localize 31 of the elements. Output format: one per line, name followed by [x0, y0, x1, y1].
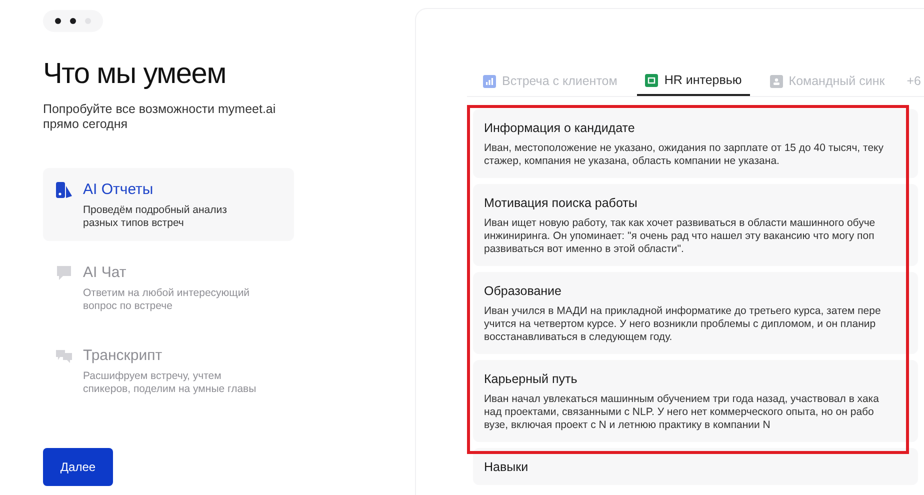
section-text: Иван учился в МАДИ на прикладной информатике до третьего курса, затем пере учится на четвертом курсе. У него возникли проблемы с дипломом, и он планир восстанавливаться в следующем году.	[484, 305, 881, 344]
section-title: Навыки	[484, 459, 530, 475]
section-title: Информация о кандидате	[484, 120, 636, 136]
tab[interactable]: +6	[904, 66, 923, 96]
section-text: Иван, местоположение не указано, ожидания по зарплате от 15 до 40 тысяч, теку стажер, компания не указана, область компании не указана.	[484, 142, 884, 168]
tab[interactable]: Командный синк	[768, 66, 887, 96]
section-title: Образование	[484, 283, 562, 299]
feature-title: AI Отчеты	[83, 181, 154, 199]
feature-description: Ответим на любой интересующий вопрос по встрече	[83, 287, 251, 312]
chat-bubble-icon	[55, 264, 73, 282]
section-title: Мотивация поиска работы	[484, 195, 638, 211]
feature-description: Проведём подробный анализ разных типов встреч	[83, 204, 228, 229]
feature-description: Расшифруем встречу, учтем спикеров, поделим на умные главы	[83, 370, 258, 395]
tab[interactable]: Встреча с клиентом	[481, 66, 620, 96]
section-text: Иван ищет новую работу, так как хочет развиваться в области машинного обуче инжиниринга. Он упоминает: "я очень рад что нашел эту вакансию что могу поп развиваться вот именно в этой области".	[484, 217, 876, 256]
chat-bubbles-icon	[55, 347, 73, 365]
next-button[interactable]: Далее	[43, 448, 113, 486]
section-text: Иван начал увлекаться машинным обучением три года назад, участвовал в хака над проектами, связанными с NLP. У него нет коммерческого опыта, но он рабо вузе, включая проект с N и летнюю практику в компании N	[484, 393, 879, 432]
bar-chart-icon	[483, 74, 496, 88]
feature-item[interactable]: AI Чат Ответим на любой интересующий вопрос по встрече	[43, 251, 294, 324]
feature-item[interactable]: AI Отчеты Проведём подробный анализ разных типов встреч	[43, 168, 294, 241]
page-title: Что мы умеем	[43, 57, 227, 92]
feature-item[interactable]: Транскрипт Расшифруем встречу, учтем спикеров, поделим на умные главы	[43, 334, 294, 407]
subtitle: Попробуйте все возможности mymeet.ai прямо сегодня	[43, 102, 277, 132]
table-icon	[645, 74, 658, 86]
feature-title: AI Чат	[83, 264, 128, 282]
document-icon	[55, 181, 73, 199]
tab[interactable]: HR интервью	[637, 66, 750, 96]
section-title: Карьерный путь	[484, 371, 578, 387]
feature-title: Транскрипт	[83, 347, 164, 365]
people-icon	[770, 74, 783, 88]
